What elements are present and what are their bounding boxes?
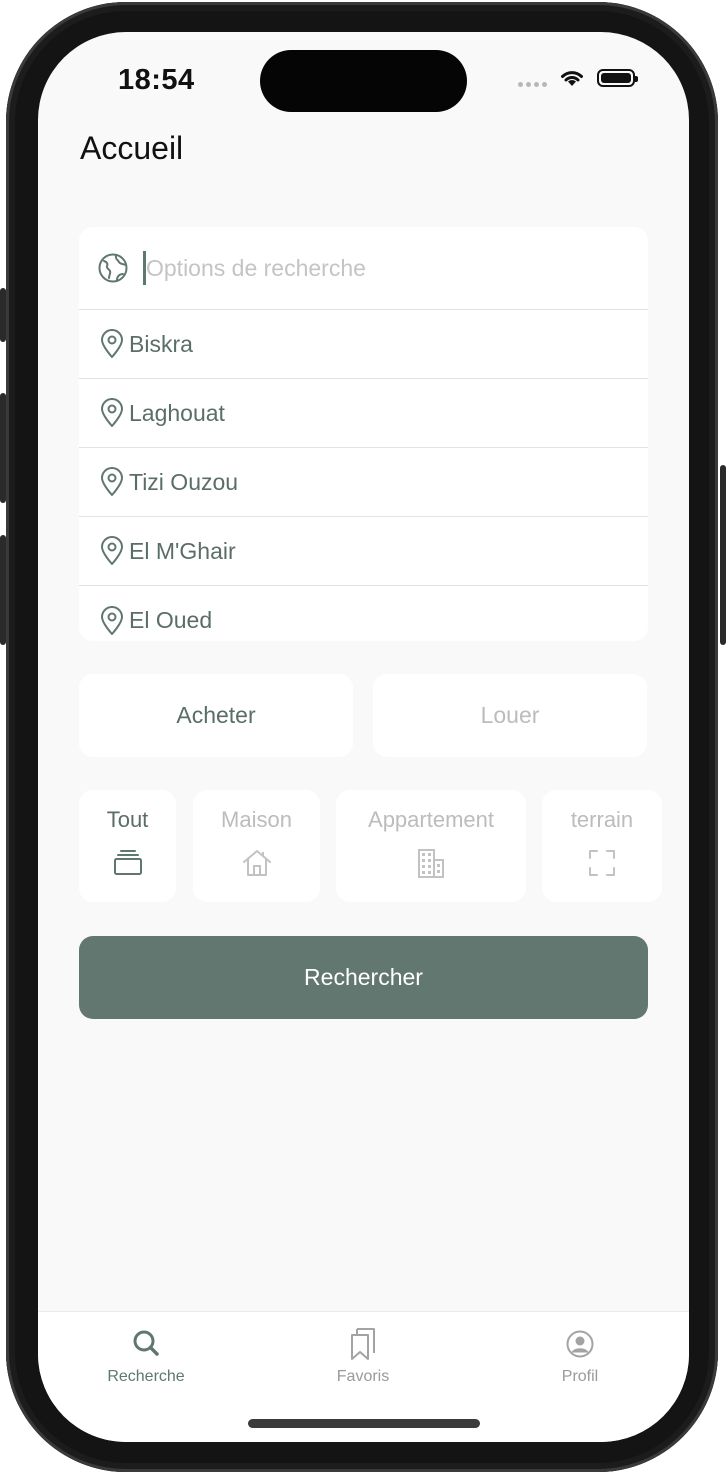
tab-favorites[interactable]: Favoris [293, 1326, 433, 1386]
screen: 18:54 Accueil Options de recherche Biskr… [38, 32, 689, 1442]
map-pin-icon [101, 398, 123, 427]
map-pin-icon [101, 536, 123, 565]
home-indicator [248, 1419, 480, 1428]
type-filter-label: terrain [570, 807, 634, 832]
type-filter-label: Appartement [368, 807, 494, 832]
wifi-icon [561, 71, 583, 86]
tab-profile[interactable]: Profil [510, 1326, 650, 1386]
search-bar[interactable] [79, 227, 648, 310]
battery-icon [597, 69, 638, 87]
house-icon [242, 850, 271, 876]
map-pin-icon [101, 329, 123, 358]
tab-label: Favoris [336, 1368, 390, 1385]
map-pin-icon [101, 467, 123, 496]
status-time: 18:54 [118, 64, 195, 96]
building-icon [418, 849, 444, 878]
location-item-biskra[interactable]: Biskra [79, 310, 648, 379]
location-label: Laghouat [129, 399, 225, 426]
location-item-tizi-ouzou[interactable]: Tizi Ouzou [79, 448, 648, 517]
search-input[interactable] [146, 254, 586, 282]
rent-button[interactable]: Louer [373, 674, 647, 757]
type-filter-apartment[interactable]: Appartement [336, 790, 526, 902]
frame-corners-icon [589, 850, 615, 876]
search-card: Biskra Laghouat Tizi Ouzou [79, 227, 648, 641]
location-label: El M'Ghair [129, 537, 236, 564]
location-label: Tizi Ouzou [129, 468, 239, 495]
map-pin-icon [101, 605, 123, 635]
tab-label: Profil [561, 1368, 599, 1385]
bookmarks-icon [351, 1328, 375, 1360]
type-filter-house[interactable]: Maison [193, 790, 320, 902]
type-filter-label: Tout [106, 807, 149, 832]
tab-search[interactable]: Recherche [76, 1326, 216, 1386]
globe-icon [98, 253, 128, 283]
type-filter-label: Maison [221, 807, 292, 832]
volume-up-button [0, 393, 6, 503]
dynamic-island [260, 50, 467, 112]
tab-label: Recherche [107, 1368, 185, 1385]
page-title: Accueil [80, 130, 184, 166]
location-label: El Oued [129, 607, 213, 633]
search-icon [133, 1330, 159, 1356]
location-item-el-oued[interactable]: El Oued [79, 586, 648, 641]
type-filter-all[interactable]: Tout [79, 790, 176, 902]
stack-icon [113, 850, 142, 875]
location-list: Biskra Laghouat Tizi Ouzou El M'Ghair El… [79, 310, 648, 641]
location-item-el-mghair[interactable]: El M'Ghair [79, 517, 648, 586]
type-filter-land[interactable]: terrain [542, 790, 662, 902]
volume-down-button [0, 535, 6, 645]
user-circle-icon [566, 1330, 594, 1358]
action-button [0, 288, 6, 342]
buy-button[interactable]: Acheter [79, 674, 353, 757]
location-label: Biskra [129, 330, 193, 357]
cellular-signal-icon [518, 81, 547, 87]
search-button[interactable]: Rechercher [79, 936, 648, 1019]
power-button [720, 465, 726, 645]
status-indicators [518, 68, 638, 88]
location-item-laghouat[interactable]: Laghouat [79, 379, 648, 448]
